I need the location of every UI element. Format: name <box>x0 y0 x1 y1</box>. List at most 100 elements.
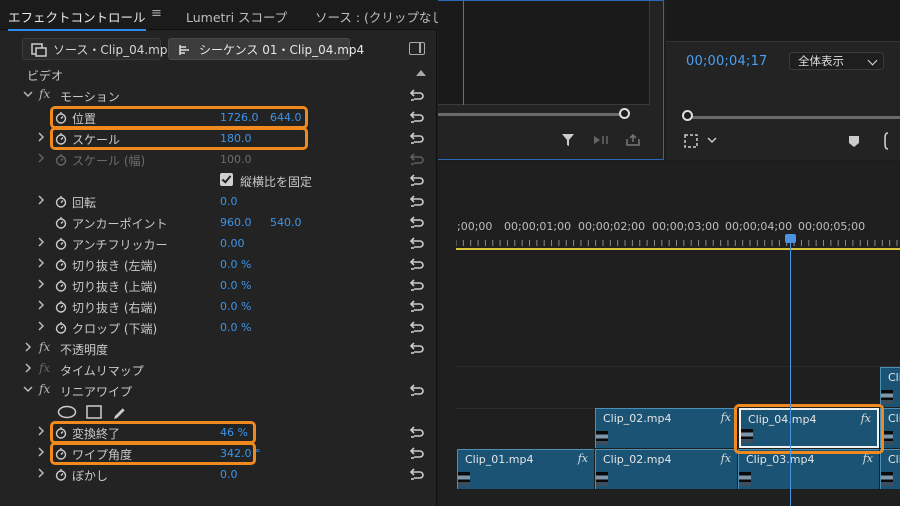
program-zoom-handle[interactable] <box>682 110 693 121</box>
ellipse-mask-icon[interactable] <box>57 405 77 419</box>
stopwatch-icon[interactable] <box>55 468 67 481</box>
chevron-right-icon[interactable] <box>36 132 46 144</box>
stopwatch-icon[interactable] <box>55 300 67 313</box>
reset-icon[interactable] <box>409 88 425 102</box>
timeline-view-toggle-icon[interactable] <box>409 42 425 55</box>
chevron-right-icon[interactable] <box>23 342 33 354</box>
tab-lumetri-scopes[interactable]: Lumetri スコープ <box>186 7 287 26</box>
sequence-clip-button[interactable]: シーケンス 01・Clip_04.mp4 <box>168 38 364 60</box>
chevron-right-icon[interactable] <box>36 426 46 438</box>
chevron-down-icon[interactable] <box>707 137 717 145</box>
stopwatch-icon[interactable] <box>55 132 67 145</box>
stopwatch-icon[interactable] <box>55 111 67 124</box>
safe-margins-icon[interactable] <box>683 133 699 149</box>
insert-icon[interactable] <box>593 133 611 147</box>
marker-icon[interactable] <box>848 134 860 148</box>
rectangle-mask-icon[interactable] <box>86 405 102 419</box>
scale-value[interactable]: 180.0 <box>220 132 252 145</box>
reset-icon[interactable] <box>409 257 425 271</box>
chevron-right-icon[interactable] <box>36 195 46 207</box>
reset-icon[interactable] <box>409 341 425 355</box>
stopwatch-icon[interactable] <box>55 426 67 439</box>
stopwatch-icon[interactable] <box>55 237 67 250</box>
stopwatch-icon[interactable] <box>55 195 67 208</box>
source-zoom-handle[interactable] <box>619 108 630 119</box>
playhead-line[interactable] <box>790 237 791 506</box>
tab-source[interactable]: ソース : (クリップなし) <box>315 7 449 26</box>
reset-icon[interactable] <box>409 278 425 292</box>
effect-motion-row[interactable]: fx モーション <box>0 85 437 106</box>
clip-v1-edge[interactable]: Clip <box>880 449 900 489</box>
crop-bottom-value[interactable]: 0.0 % <box>220 321 251 334</box>
reset-icon[interactable] <box>409 425 425 439</box>
panel-menu-icon[interactable]: ≡ <box>151 6 162 21</box>
clip-v1-clip01[interactable]: Clip_01.mp4 fx <box>457 449 594 489</box>
program-scrub-bar[interactable] <box>688 116 900 119</box>
source-clip-button[interactable]: ソース・Clip_04.mp4 <box>22 38 175 60</box>
chevron-down-icon[interactable] <box>23 89 33 101</box>
chevron-right-icon[interactable] <box>36 300 46 312</box>
section-video-header[interactable]: ビデオ <box>0 64 437 85</box>
position-x-value[interactable]: 1726.0 <box>220 111 259 124</box>
pen-mask-icon[interactable] <box>112 405 128 421</box>
stopwatch-icon[interactable] <box>55 279 67 292</box>
fx-icon[interactable]: fx <box>39 382 50 396</box>
stopwatch-icon[interactable] <box>55 258 67 271</box>
clip-v2-clip02[interactable]: Clip_02.mp4 fx <box>595 408 737 448</box>
chevron-right-icon[interactable] <box>36 321 46 333</box>
playhead-handle[interactable] <box>785 234 796 243</box>
clip-v1-clip02[interactable]: Clip_02.mp4 fx <box>595 449 737 489</box>
reset-icon[interactable] <box>409 299 425 313</box>
reset-icon[interactable] <box>409 110 425 124</box>
wipe-angle-value[interactable]: 342.0 ° <box>220 447 261 460</box>
position-y-value[interactable]: 644.0 <box>270 111 302 124</box>
chevron-right-icon[interactable] <box>36 279 46 291</box>
effect-linear-wipe-row[interactable]: fx リニアワイプ <box>0 380 437 401</box>
chevron-right-icon[interactable] <box>36 468 46 480</box>
chevron-down-icon[interactable] <box>23 384 33 396</box>
in-point-icon[interactable] <box>882 132 892 150</box>
fx-icon[interactable]: fx <box>39 87 50 101</box>
clip-v3-edge[interactable]: Clip <box>880 367 900 407</box>
stopwatch-icon[interactable] <box>55 216 67 229</box>
chevron-right-icon[interactable] <box>36 447 46 459</box>
crop-top-value[interactable]: 0.0 % <box>220 279 251 292</box>
crop-left-value[interactable]: 0.0 % <box>220 258 251 271</box>
work-area-bar[interactable] <box>456 248 900 250</box>
reset-icon[interactable] <box>409 383 425 397</box>
zoom-level-select[interactable]: 全体表示 <box>789 52 884 70</box>
antiflicker-value[interactable]: 0.00 <box>220 237 245 250</box>
reset-icon[interactable] <box>409 236 425 250</box>
program-timecode[interactable]: 00;00;04;17 <box>686 54 768 69</box>
clip-v2-edge[interactable]: Clip <box>880 408 900 448</box>
timeline-ruler[interactable]: ;00;00 00;00;01;00 00;00;02;00 00;00;03;… <box>438 220 900 236</box>
effect-opacity-row[interactable]: fx 不透明度 <box>0 338 437 359</box>
chevron-right-icon[interactable] <box>36 237 46 249</box>
chevron-right-icon[interactable] <box>23 363 33 375</box>
effect-time-remap-row[interactable]: fx タイムリマップ <box>0 359 437 380</box>
filter-icon[interactable] <box>561 133 575 147</box>
uniform-scale-checkbox[interactable] <box>220 173 233 186</box>
export-frame-icon[interactable] <box>625 133 641 147</box>
stopwatch-icon[interactable] <box>55 321 67 334</box>
reset-icon[interactable] <box>409 446 425 460</box>
reset-icon[interactable] <box>409 173 425 187</box>
clip-v1-clip03[interactable]: Clip_03.mp4 fx <box>738 449 879 489</box>
reset-icon[interactable] <box>409 215 425 229</box>
rotation-value[interactable]: 0.0 <box>220 195 238 208</box>
tab-effect-controls[interactable]: エフェクトコントロール <box>8 7 146 31</box>
reset-icon[interactable] <box>409 194 425 208</box>
anchor-x-value[interactable]: 960.0 <box>220 216 252 229</box>
feather-value[interactable]: 0.0 <box>220 468 238 481</box>
collapse-up-icon[interactable] <box>416 70 426 76</box>
transition-completion-value[interactable]: 46 % <box>220 426 248 439</box>
anchor-y-value[interactable]: 540.0 <box>270 216 302 229</box>
reset-icon[interactable] <box>409 320 425 334</box>
fx-icon[interactable]: fx <box>39 340 50 354</box>
source-scrub-bar[interactable] <box>438 113 624 116</box>
chevron-right-icon[interactable] <box>36 258 46 270</box>
reset-icon[interactable] <box>409 131 425 145</box>
reset-icon[interactable] <box>409 467 425 481</box>
stopwatch-icon[interactable] <box>55 447 67 460</box>
crop-right-value[interactable]: 0.0 % <box>220 300 251 313</box>
